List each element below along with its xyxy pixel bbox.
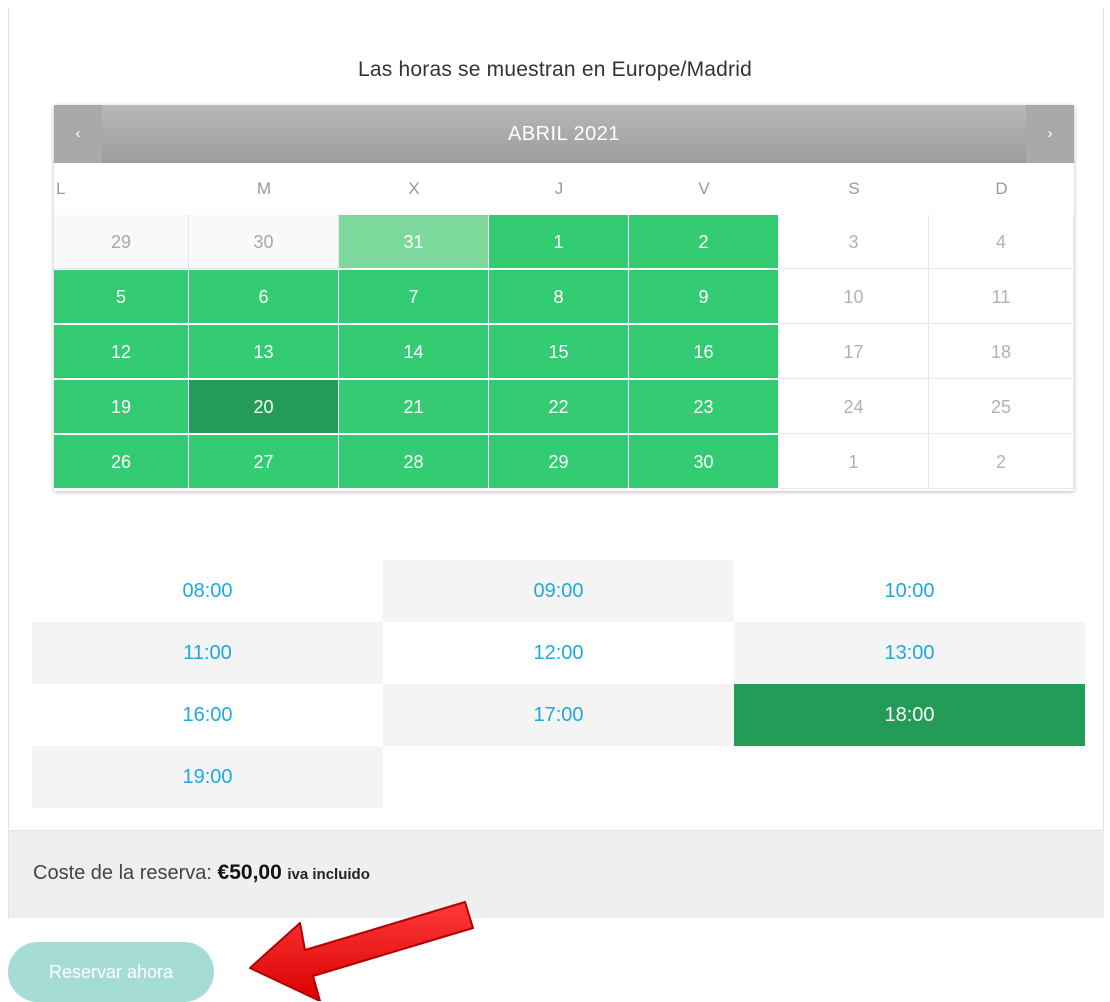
prev-month-button[interactable]: ‹ (54, 105, 102, 163)
calendar-day[interactable]: 5 (54, 270, 189, 324)
time-slot[interactable]: 11:00 (32, 622, 383, 684)
red-arrow-icon (249, 901, 474, 1001)
vat-note: iva incluido (287, 866, 370, 883)
weekday-header: X (408, 179, 420, 198)
calendar-day[interactable]: 26 (54, 435, 189, 489)
calendar-day[interactable]: 2 (629, 215, 779, 269)
timezone-note: Las horas se muestran en Europe/Madrid (358, 58, 752, 81)
cost-text: Coste de la reserva: €50,00 iva incluido (33, 861, 370, 885)
calendar-day: 30 (189, 215, 339, 269)
calendar-day: 17 (779, 325, 929, 379)
price: €50,00 (217, 861, 282, 884)
calendar-day[interactable]: 6 (189, 270, 339, 324)
calendar-day: 4 (929, 215, 1074, 269)
next-month-button[interactable]: › (1026, 105, 1074, 163)
time-slot[interactable]: 08:00 (32, 560, 383, 622)
calendar-day[interactable]: 16 (629, 325, 779, 379)
calendar-header: ‹ ABRIL 2021 › (54, 105, 1074, 163)
calendar-day: 29 (54, 215, 189, 269)
calendar-day[interactable]: 8 (489, 270, 629, 324)
calendar-day[interactable]: 31 (339, 215, 489, 269)
month-title: ABRIL 2021 (507, 123, 621, 145)
weekday-header: J (554, 179, 564, 198)
time-slot[interactable]: 12:00 (383, 622, 734, 684)
calendar-day: 24 (779, 380, 929, 434)
time-slot[interactable]: 10:00 (734, 560, 1085, 622)
calendar-day[interactable]: 14 (339, 325, 489, 379)
weekday-header: D (995, 179, 1008, 198)
calendar-day: 10 (779, 270, 929, 324)
time-slot[interactable]: 16:00 (32, 684, 383, 746)
time-slot[interactable]: 18:00 (734, 684, 1085, 746)
time-slot[interactable]: 17:00 (383, 684, 734, 746)
calendar-day[interactable]: 30 (629, 435, 779, 489)
time-slot[interactable]: 19:00 (32, 746, 383, 808)
calendar-day[interactable]: 27 (189, 435, 339, 489)
calendar-day[interactable]: 15 (489, 325, 629, 379)
calendar: ‹ ABRIL 2021 › LMXJVSD 29 30 31 1 2 3 4 5 6 7 8 9 10… (54, 105, 1074, 491)
chevron-right-icon: › (1047, 125, 1053, 142)
time-slot-list: 08:00 09:00 10:00 11:00 12:00 13:00 16:00 17:00… (32, 560, 1087, 808)
time-slot[interactable]: 09:00 (383, 560, 734, 622)
weekday-row: LMXJVSD (54, 163, 1074, 215)
weekday-header: L (56, 179, 66, 198)
calendar-day: 18 (929, 325, 1074, 379)
calendar-day[interactable]: 22 (489, 380, 629, 434)
calendar-day[interactable]: 29 (489, 435, 629, 489)
calendar-day[interactable]: 7 (339, 270, 489, 324)
calendar-day: 3 (779, 215, 929, 269)
book-now-button[interactable]: Reservar ahora (8, 942, 214, 1002)
day-grid: 29 30 31 1 2 3 4 5 6 7 8 9 10 11 12 13 14 15 16 17 18 19 20 21 2… (54, 215, 1074, 491)
calendar-day: 1 (779, 435, 929, 489)
chevron-left-icon: ‹ (75, 125, 81, 142)
calendar-day[interactable]: 21 (339, 380, 489, 434)
calendar-day: 25 (929, 380, 1074, 434)
calendar-day: 2 (929, 435, 1074, 489)
calendar-day[interactable]: 13 (189, 325, 339, 379)
calendar-day: 11 (929, 270, 1074, 324)
calendar-day[interactable]: 20 (189, 380, 339, 434)
cost-label: Coste de la reserva: (33, 862, 212, 884)
time-slot[interactable]: 13:00 (734, 622, 1085, 684)
calendar-day[interactable]: 23 (629, 380, 779, 434)
calendar-day[interactable]: 1 (489, 215, 629, 269)
weekday-header: M (256, 179, 272, 198)
calendar-day[interactable]: 12 (54, 325, 189, 379)
weekday-header: V (698, 179, 710, 198)
calendar-day[interactable]: 28 (339, 435, 489, 489)
calendar-day[interactable]: 9 (629, 270, 779, 324)
calendar-day[interactable]: 19 (54, 380, 189, 434)
weekday-header: S (848, 179, 860, 198)
cost-bar: Coste de la reserva: €50,00 iva incluido (9, 830, 1104, 918)
